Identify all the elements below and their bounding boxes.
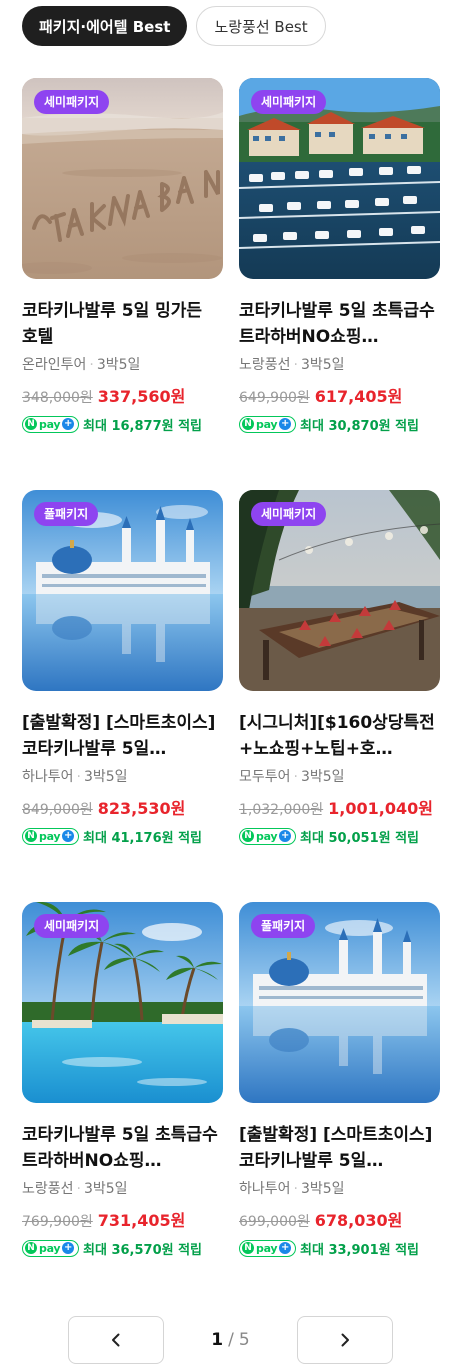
product-image[interactable]: 세미패키지 (239, 78, 440, 279)
sale-price: 1,001,040원 (328, 799, 433, 818)
product-title[interactable]: [출발확정] [스마트초이스] 코타키나발루 5일… (239, 1122, 440, 1174)
current-page: 1 (211, 1330, 224, 1350)
product-meta: 온라인투어 · 3박5일 (22, 354, 223, 376)
total-pages: 5 (238, 1330, 250, 1350)
product-image[interactable]: 풀패키지 (22, 490, 223, 691)
product-image[interactable]: 세미패키지 (239, 490, 440, 691)
next-page-button[interactable] (297, 1316, 393, 1364)
product-meta: 노랑풍선 · 3박5일 (239, 354, 440, 376)
sale-price: 731,405원 (97, 1211, 186, 1230)
trip-duration: 3박5일 (83, 1181, 128, 1197)
meta-separator: · (293, 1181, 298, 1197)
sale-price: 617,405원 (314, 387, 403, 406)
price-row: 849,000원 823,530원 (22, 797, 223, 821)
trip-duration: 3박5일 (96, 357, 141, 373)
original-price: 348,000원 (22, 390, 93, 406)
product-image[interactable]: 세미패키지 (22, 78, 223, 279)
npay-reward: Npay + 최대 36,570원 적립 (22, 1237, 223, 1259)
page-indicator: 1 / 5 (164, 1316, 297, 1364)
product-meta: 모두투어 · 3박5일 (239, 766, 440, 788)
package-type-badge: 풀패키지 (251, 914, 316, 938)
price-row: 699,000원 678,030원 (239, 1209, 440, 1233)
reward-text: 최대 50,051원 적립 (300, 830, 420, 846)
meta-separator: · (293, 769, 298, 785)
tab-yellow-balloon-best[interactable]: 노랑풍선 Best (196, 6, 326, 46)
npay-reward: Npay + 최대 41,176원 적립 (22, 825, 223, 847)
meta-separator: · (293, 357, 298, 373)
product-card[interactable]: 풀패키지 [출발확정] [스마트초이스] 코타키나발루 5일… 하나투어 · 3박5… (239, 902, 440, 1314)
product-title[interactable]: 코타키나발루 5일 밍가든 호텔 (22, 298, 223, 350)
trip-duration: 3박5일 (300, 357, 345, 373)
reward-text: 최대 41,176원 적립 (83, 830, 203, 846)
npay-reward: Npay + 최대 16,877원 적립 (22, 413, 223, 435)
prev-page-button[interactable] (68, 1316, 164, 1364)
agency-name: 하나투어 (239, 1181, 291, 1197)
agency-name: 노랑풍선 (22, 1181, 74, 1197)
pagination: 1 / 5 (68, 1316, 393, 1364)
category-tabs: 패키지·에어텔 Best 노랑풍선 Best (22, 6, 326, 46)
agency-name: 온라인투어 (22, 357, 87, 373)
product-card[interactable]: 세미패키지 [시그니처][$160상당특전+노쇼핑+노팁+호… 모두투어 · 3박5… (239, 490, 440, 902)
product-card[interactable]: 세미패키지 코타키나발루 5일 밍가든 호텔 온라인투어 · 3박5일 348,00… (22, 78, 223, 490)
npay-reward: Npay + 최대 33,901원 적립 (239, 1237, 440, 1259)
tab-package-airtel-best[interactable]: 패키지·에어텔 Best (22, 6, 188, 46)
product-title[interactable]: 코타키나발루 5일 초특급수트라하버NO쇼핑… (239, 298, 440, 350)
package-type-badge: 세미패키지 (251, 90, 327, 114)
product-image[interactable]: 풀패키지 (239, 902, 440, 1103)
reward-text: 최대 16,877원 적립 (83, 418, 203, 434)
npay-logo-icon: Npay + (22, 415, 79, 433)
product-image[interactable]: 세미패키지 (22, 902, 223, 1103)
original-price: 699,000원 (239, 1214, 310, 1230)
npay-logo-icon: Npay + (239, 415, 296, 433)
product-meta: 하나투어 · 3박5일 (239, 1178, 440, 1200)
product-card[interactable]: 풀패키지 [출발확정] [스마트초이스] 코타키나발루 5일… 하나투어 · 3박5… (22, 490, 223, 902)
sale-price: 823,530원 (97, 799, 186, 818)
package-type-badge: 세미패키지 (34, 90, 110, 114)
package-type-badge: 풀패키지 (34, 502, 99, 526)
page-separator: / (228, 1330, 234, 1350)
package-type-badge: 세미패키지 (251, 502, 327, 526)
product-title[interactable]: [시그니처][$160상당특전+노쇼핑+노팁+호… (239, 710, 440, 762)
agency-name: 노랑풍선 (239, 357, 291, 373)
product-title[interactable]: 코타키나발루 5일 초특급수트라하버NO쇼핑… (22, 1122, 223, 1174)
agency-name: 모두투어 (239, 769, 291, 785)
reward-text: 최대 33,901원 적립 (300, 1242, 420, 1258)
npay-reward: Npay + 최대 50,051원 적립 (239, 825, 440, 847)
original-price: 649,900원 (239, 390, 310, 406)
original-price: 769,900원 (22, 1214, 93, 1230)
meta-separator: · (76, 1181, 81, 1197)
sale-price: 337,560원 (97, 387, 186, 406)
agency-name: 하나투어 (22, 769, 74, 785)
product-meta: 하나투어 · 3박5일 (22, 766, 223, 788)
npay-logo-icon: Npay + (22, 827, 79, 845)
npay-logo-icon: Npay + (239, 827, 296, 845)
product-meta: 노랑풍선 · 3박5일 (22, 1178, 223, 1200)
package-type-badge: 세미패키지 (34, 914, 110, 938)
chevron-left-icon (112, 1333, 120, 1347)
npay-reward: Npay + 최대 30,870원 적립 (239, 413, 440, 435)
meta-separator: · (76, 769, 81, 785)
reward-text: 최대 36,570원 적립 (83, 1242, 203, 1258)
trip-duration: 3박5일 (300, 769, 345, 785)
price-row: 348,000원 337,560원 (22, 385, 223, 409)
sale-price: 678,030원 (314, 1211, 403, 1230)
original-price: 1,032,000원 (239, 802, 324, 818)
price-row: 769,900원 731,405원 (22, 1209, 223, 1233)
trip-duration: 3박5일 (300, 1181, 345, 1197)
product-card[interactable]: 세미패키지 코타키나발루 5일 초특급수트라하버NO쇼핑… 노랑풍선 · 3박5일 … (239, 78, 440, 490)
chevron-right-icon (341, 1333, 349, 1347)
trip-duration: 3박5일 (83, 769, 128, 785)
original-price: 849,000원 (22, 802, 93, 818)
npay-logo-icon: Npay + (22, 1239, 79, 1257)
meta-separator: · (89, 357, 94, 373)
price-row: 649,900원 617,405원 (239, 385, 440, 409)
npay-logo-icon: Npay + (239, 1239, 296, 1257)
product-title[interactable]: [출발확정] [스마트초이스] 코타키나발루 5일… (22, 710, 223, 762)
price-row: 1,032,000원 1,001,040원 (239, 797, 440, 821)
product-grid: 세미패키지 코타키나발루 5일 밍가든 호텔 온라인투어 · 3박5일 348,00… (22, 78, 440, 1314)
product-card[interactable]: 세미패키지 코타키나발루 5일 초특급수트라하버NO쇼핑… 노랑풍선 · 3박5일 … (22, 902, 223, 1314)
reward-text: 최대 30,870원 적립 (300, 418, 420, 434)
